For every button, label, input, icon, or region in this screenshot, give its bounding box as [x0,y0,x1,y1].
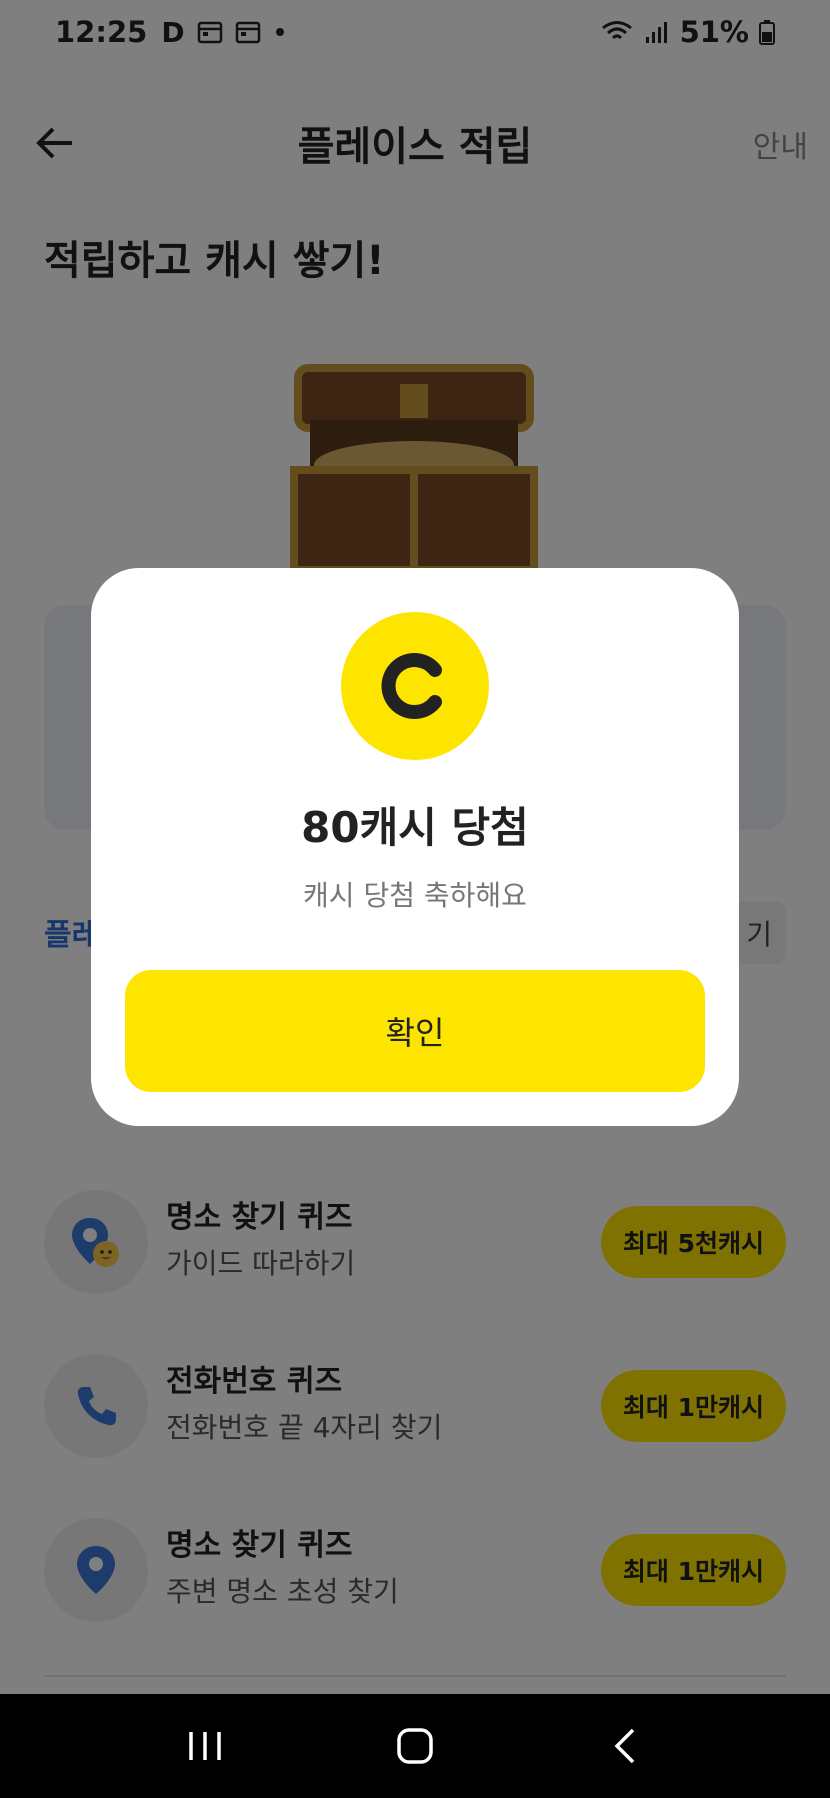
reward-modal: 80캐시 당첨 캐시 당첨 축하해요 확인 [91,568,739,1126]
confirm-button[interactable]: 확인 [125,970,705,1092]
recent-apps-button[interactable] [160,1706,250,1786]
home-icon [397,1728,433,1764]
chevron-left-icon [614,1728,635,1764]
modal-title: 80캐시 당첨 [301,803,529,852]
recent-apps-icon [189,1732,221,1760]
home-button[interactable] [370,1706,460,1786]
modal-subtitle: 캐시 당첨 축하해요 [303,879,527,912]
back-nav-button[interactable] [580,1706,670,1786]
system-nav-bar [0,1694,830,1798]
cash-coin-icon [341,612,489,760]
